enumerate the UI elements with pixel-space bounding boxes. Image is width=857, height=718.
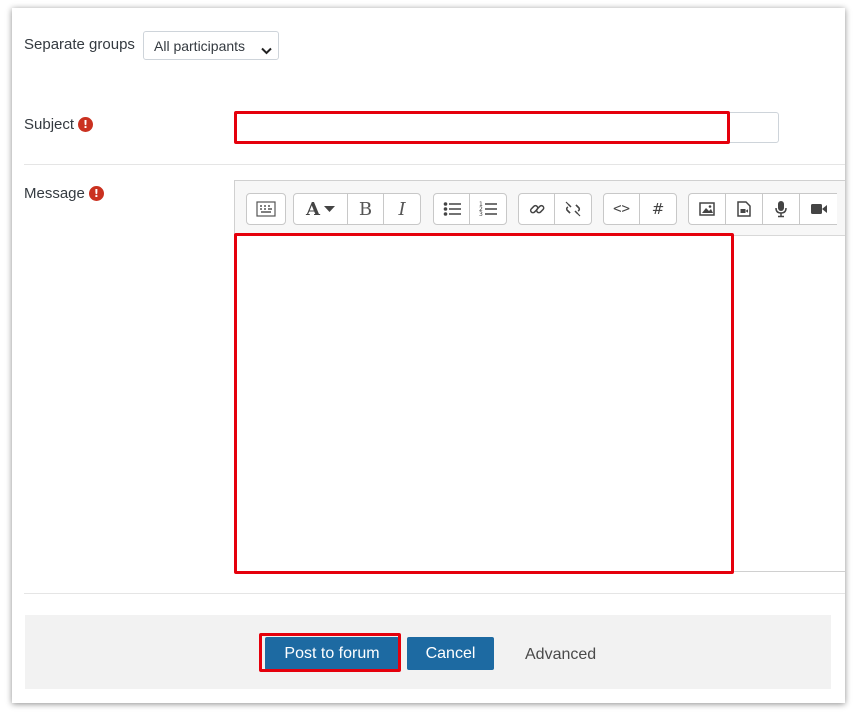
form-footer: Post to forum Cancel Advanced bbox=[25, 615, 831, 689]
hashtag-icon[interactable]: # bbox=[640, 194, 676, 224]
unlink-icon[interactable] bbox=[555, 194, 591, 224]
ordered-list-icon[interactable]: 123 bbox=[470, 194, 506, 224]
message-label: Message! bbox=[24, 185, 104, 202]
italic-glyph: I bbox=[398, 198, 406, 220]
groups-label: Separate groups bbox=[24, 36, 135, 53]
message-textarea[interactable] bbox=[235, 236, 845, 571]
divider bbox=[24, 593, 845, 594]
hash-glyph: # bbox=[651, 200, 665, 218]
font-style-icon[interactable]: A bbox=[294, 194, 348, 224]
advanced-link[interactable]: Advanced bbox=[525, 646, 596, 664]
groups-select-value: All participants bbox=[154, 38, 246, 54]
message-label-text: Message bbox=[24, 185, 85, 202]
divider bbox=[24, 164, 845, 165]
bold-glyph: B bbox=[358, 198, 373, 220]
svg-text:3: 3 bbox=[479, 211, 483, 218]
italic-icon[interactable]: I bbox=[384, 194, 420, 224]
html-glyph: <> bbox=[613, 201, 630, 217]
font-glyph: A bbox=[306, 198, 320, 220]
groups-select[interactable]: All participants bbox=[143, 31, 279, 60]
toolbar-group-toggle bbox=[246, 193, 286, 225]
forum-post-form: Separate groups All participants Subject… bbox=[12, 8, 845, 703]
required-icon: ! bbox=[78, 117, 94, 132]
unordered-list-icon[interactable] bbox=[434, 194, 470, 224]
bold-icon[interactable]: B bbox=[348, 194, 384, 224]
message-editor: A B I 123 <> # bbox=[234, 180, 845, 572]
record-audio-icon[interactable] bbox=[763, 194, 800, 224]
required-icon: ! bbox=[88, 186, 104, 201]
chevron-down-icon bbox=[261, 42, 272, 58]
image-icon[interactable] bbox=[689, 194, 726, 224]
subject-input[interactable] bbox=[234, 112, 779, 143]
post-to-forum-button[interactable]: Post to forum bbox=[265, 637, 399, 670]
html-icon[interactable]: <> bbox=[604, 194, 640, 224]
subject-label: Subject! bbox=[24, 116, 94, 133]
subject-label-text: Subject bbox=[24, 116, 75, 133]
editor-toolbar: A B I 123 <> # bbox=[235, 181, 845, 236]
toolbar-group-style: A B I bbox=[293, 193, 421, 225]
toolbar-group-media bbox=[688, 193, 837, 225]
toolbar-group-links bbox=[518, 193, 592, 225]
toolbar-group-lists: 123 bbox=[433, 193, 507, 225]
link-icon[interactable] bbox=[519, 194, 555, 224]
cancel-button[interactable]: Cancel bbox=[407, 637, 494, 670]
record-video-icon[interactable] bbox=[800, 194, 837, 224]
toolbar-group-code: <> # bbox=[603, 193, 677, 225]
media-icon[interactable] bbox=[726, 194, 763, 224]
toggle-toolbar-icon[interactable] bbox=[247, 194, 285, 224]
